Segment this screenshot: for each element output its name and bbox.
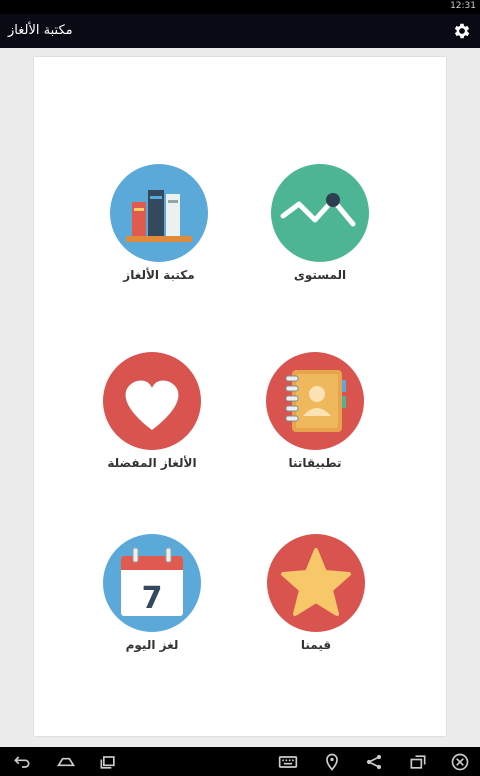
main-content: المستوى مكتبة الألغاز تطبيقاتنا الألغاز … (0, 48, 480, 747)
tile-favorites-label: الألغاز المفضلة (107, 456, 197, 470)
chart-line-icon (271, 164, 369, 262)
tile-daily[interactable]: 7 لغز اليوم (87, 534, 217, 652)
tile-favorites[interactable]: الألغاز المفضلة (87, 352, 217, 470)
status-bar: 12:31 (0, 0, 480, 14)
tile-apps-label: تطبيقاتنا (288, 456, 342, 470)
heart-icon (103, 352, 201, 450)
address-book-icon (266, 352, 364, 450)
app-bar: مكتبة الألغاز (0, 14, 480, 48)
tile-library-label: مكتبة الألغاز (123, 268, 195, 282)
recent-apps-icon[interactable] (98, 752, 118, 772)
close-icon[interactable] (450, 752, 470, 772)
tile-rate[interactable]: قيمنا (251, 534, 381, 652)
tile-library[interactable]: مكتبة الألغاز (94, 164, 224, 282)
keyboard-icon[interactable] (278, 752, 298, 772)
location-icon[interactable] (322, 752, 342, 772)
tile-daily-label: لغز اليوم (125, 638, 179, 652)
calendar-day: 7 (142, 581, 163, 616)
calendar-icon: 7 (103, 534, 201, 632)
tile-level[interactable]: المستوى (255, 164, 385, 282)
status-time: 12:31 (450, 1, 476, 11)
books-icon (110, 164, 208, 262)
back-icon[interactable] (12, 752, 32, 772)
app-title: مكتبة الألغاز (8, 23, 73, 38)
home-icon[interactable] (56, 752, 76, 772)
screen-rotate-icon[interactable] (408, 752, 428, 772)
tile-rate-label: قيمنا (300, 638, 332, 652)
tile-level-label: المستوى (293, 268, 347, 282)
star-icon (267, 534, 365, 632)
menu-card: المستوى مكتبة الألغاز تطبيقاتنا الألغاز … (34, 57, 446, 736)
gear-icon[interactable] (452, 21, 472, 41)
system-nav-bar (0, 747, 480, 776)
share-icon[interactable] (364, 752, 384, 772)
tile-apps[interactable]: تطبيقاتنا (250, 352, 380, 470)
